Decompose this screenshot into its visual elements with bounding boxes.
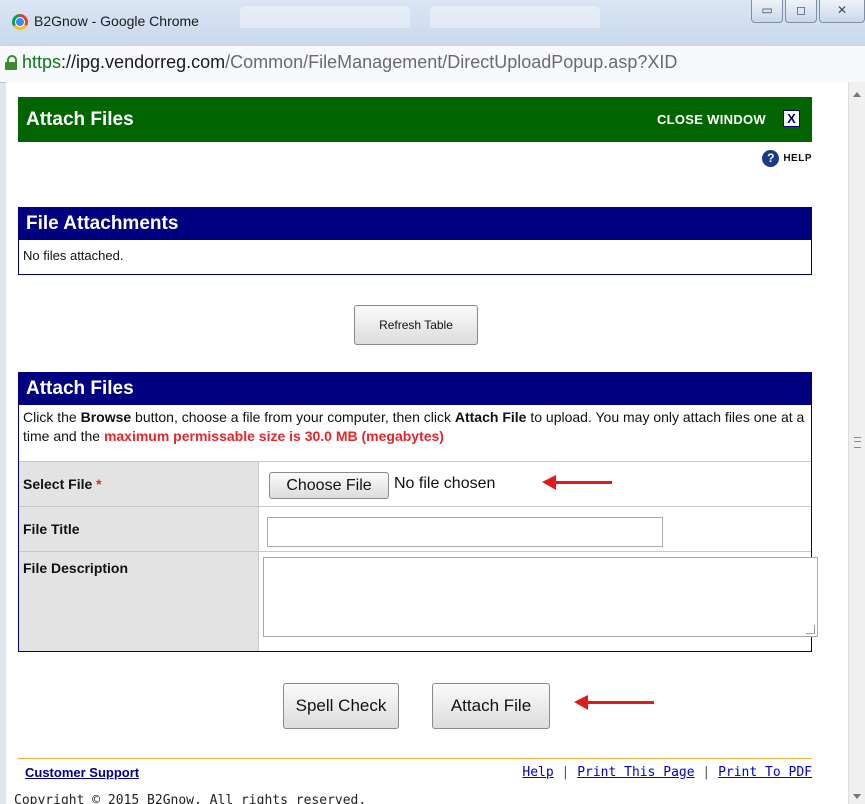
close-icon[interactable]: X	[783, 110, 800, 127]
help-icon: ?	[762, 150, 780, 167]
footer-divider	[18, 758, 812, 759]
minimize-button[interactable]: ▭	[751, 0, 783, 23]
file-attachments-section: File Attachments No files attached.	[18, 207, 812, 275]
attach-file-keyword: Attach File	[454, 409, 527, 425]
refresh-table-button[interactable]: Refresh Table	[354, 305, 478, 345]
help-footer-link[interactable]: Help	[522, 765, 553, 780]
close-window-link[interactable]: CLOSE WINDOW	[657, 112, 766, 127]
spell-check-button[interactable]: Spell Check	[283, 683, 399, 729]
file-title-row: File Title	[19, 506, 811, 551]
close-window-button[interactable]: ✕	[819, 0, 865, 23]
background-tab[interactable]	[430, 6, 600, 28]
help-link[interactable]: ? HELP	[762, 150, 812, 167]
print-page-link[interactable]: Print This Page	[577, 765, 694, 780]
red-arrow-annotation	[574, 695, 654, 710]
max-size-warning: maximum permissable size is 30.0 MB (meg…	[103, 428, 444, 444]
section-heading: File Attachments	[19, 208, 811, 240]
url-host: ://ipg.vendorreg.com	[61, 52, 226, 72]
url-text[interactable]: https://ipg.vendorreg.com/Common/FileMan…	[22, 52, 677, 73]
footer-links: Help | Print This Page | Print To PDF	[522, 765, 812, 780]
window-controls: ▭ ◻ ✕	[749, 0, 865, 26]
attach-file-button[interactable]: Attach File	[432, 683, 550, 729]
file-title-label: File Title	[19, 507, 259, 551]
vertical-scrollbar[interactable]	[848, 82, 865, 804]
attach-files-header: Attach Files CLOSE WINDOW X	[18, 97, 812, 142]
print-pdf-link[interactable]: Print To PDF	[718, 765, 812, 780]
choose-file-button[interactable]: Choose File	[269, 472, 389, 499]
browser-titlebar: B2Gnow - Google Chrome ▭ ◻ ✕	[0, 0, 865, 46]
help-label: HELP	[783, 153, 812, 164]
chrome-logo-icon	[12, 14, 28, 30]
scroll-grip-icon[interactable]	[854, 437, 861, 448]
page-title: Attach Files	[26, 109, 134, 130]
copyright-text: Copyright © 2015 B2Gnow. All rights rese…	[14, 793, 367, 804]
upload-instructions: Click the Browse button, choose a file f…	[23, 409, 805, 444]
scroll-up-arrow-icon[interactable]	[853, 92, 861, 97]
url-protocol: https	[22, 52, 62, 72]
select-file-row: Select File * Choose File No file chosen	[19, 461, 811, 506]
scroll-down-arrow-icon[interactable]	[853, 794, 861, 799]
lock-icon	[5, 55, 17, 70]
file-description-label: File Description	[19, 552, 259, 651]
red-arrow-annotation	[542, 475, 612, 490]
popup-page: Attach Files CLOSE WINDOW X ? HELP File …	[6, 82, 848, 804]
customer-support-link[interactable]: Customer Support	[25, 765, 139, 780]
background-tab[interactable]	[240, 6, 410, 28]
empty-attachments-text: No files attached.	[23, 248, 124, 263]
resize-handle-icon[interactable]	[806, 625, 815, 634]
browse-keyword: Browse	[80, 409, 132, 425]
window-title: B2Gnow - Google Chrome	[34, 13, 199, 29]
required-marker: *	[96, 476, 102, 492]
address-bar[interactable]: https://ipg.vendorreg.com/Common/FileMan…	[0, 46, 865, 83]
attach-files-section: Attach Files Click the Browse button, ch…	[18, 372, 818, 652]
file-description-row: File Description	[19, 551, 818, 651]
file-title-input[interactable]	[267, 517, 663, 547]
select-file-label: Select File *	[19, 462, 259, 506]
url-path: /Common/FileManagement/DirectUploadPopup…	[225, 52, 678, 72]
no-file-chosen-text: No file chosen	[394, 475, 496, 492]
maximize-button[interactable]: ◻	[785, 0, 817, 23]
file-description-textarea[interactable]	[263, 557, 818, 637]
section-heading: Attach Files	[19, 373, 811, 405]
